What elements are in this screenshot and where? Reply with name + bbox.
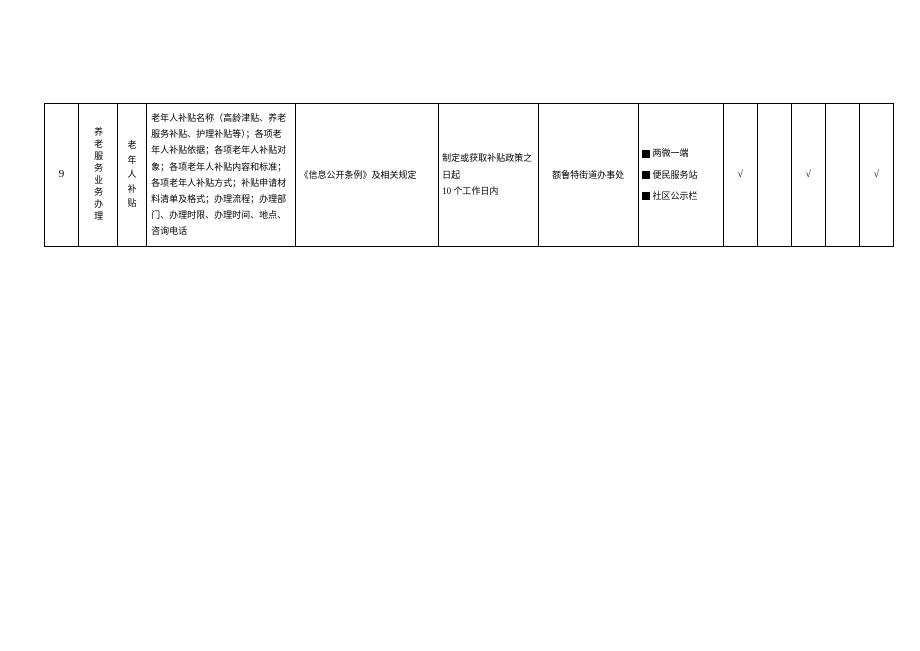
check-mark-1: √ <box>737 169 743 180</box>
channel-label-3: 社区公示栏 <box>653 188 698 204</box>
square-bullet-icon <box>642 192 650 200</box>
channel-label-1: 两微一端 <box>653 145 689 161</box>
document-table: 9 养老服务业务办理 老年人补贴 老年人补贴名称（高龄津贴、养老服务补贴、护理补… <box>44 103 894 247</box>
cell-check-1: √ <box>723 104 757 247</box>
row-number: 9 <box>59 168 65 180</box>
cell-category-secondary: 老年人补贴 <box>117 104 146 247</box>
cell-subject: 额鲁特街道办事处 <box>538 104 638 247</box>
check-mark-3: √ <box>806 169 812 180</box>
cell-basis: 《信息公开条例》及相关规定 <box>295 104 439 247</box>
square-bullet-icon <box>642 171 650 179</box>
cell-category-primary: 养老服务业务办理 <box>79 104 118 247</box>
cell-check-2 <box>757 104 791 247</box>
cell-channels: 两微一端 便民服务站 社区公示栏 <box>638 104 723 247</box>
timelimit-text-2: 10 个工作日内 <box>442 183 535 199</box>
cell-number: 9 <box>45 104 79 247</box>
channel-label-2: 便民服务站 <box>653 167 698 183</box>
content-text: 老年人补贴名称（高龄津贴、养老服务补贴、护理补贴等）；各项老年人补贴依据；各项老… <box>151 113 286 236</box>
cell-timelimit: 制定或获取补贴政策之日起 10 个工作日内 <box>439 104 539 247</box>
main-table: 9 养老服务业务办理 老年人补贴 老年人补贴名称（高龄津贴、养老服务补贴、护理补… <box>44 103 894 247</box>
category-secondary-text: 老年人补贴 <box>127 138 137 210</box>
category-primary-text: 养老服务业务办理 <box>95 127 105 223</box>
square-bullet-icon <box>642 150 650 158</box>
cell-check-5: √ <box>859 104 893 247</box>
basis-text: 《信息公开条例》及相关规定 <box>300 170 417 180</box>
channel-item-2: 便民服务站 <box>642 167 720 183</box>
timelimit-text-1: 制定或获取补贴政策之日起 <box>442 150 535 182</box>
channel-item-3: 社区公示栏 <box>642 188 720 204</box>
check-mark-5: √ <box>874 169 880 180</box>
table-row: 9 养老服务业务办理 老年人补贴 老年人补贴名称（高龄津贴、养老服务补贴、护理补… <box>45 104 894 247</box>
cell-check-4 <box>825 104 859 247</box>
cell-check-3: √ <box>791 104 825 247</box>
cell-content: 老年人补贴名称（高龄津贴、养老服务补贴、护理补贴等）；各项老年人补贴依据；各项老… <box>147 104 295 247</box>
subject-text: 额鲁特街道办事处 <box>552 170 624 180</box>
channel-item-1: 两微一端 <box>642 145 720 161</box>
